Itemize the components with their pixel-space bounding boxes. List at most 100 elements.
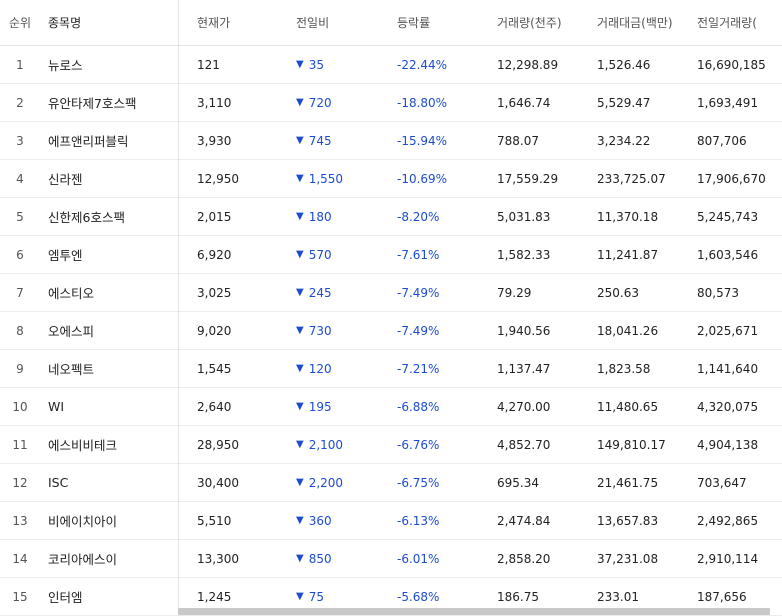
change-value: 2,200 xyxy=(308,475,344,490)
stock-name-link[interactable]: 오에스피 xyxy=(48,312,178,349)
rate-cell: -6.13% xyxy=(397,513,440,528)
volume-cell: 2,858.20 xyxy=(497,551,551,566)
header-volume[interactable]: 거래량(천주) xyxy=(497,0,592,45)
header-prev-volume[interactable]: 전일거래량( xyxy=(697,0,782,45)
change-cell: ▼ 850 xyxy=(296,540,386,577)
rate-cell: -18.80% xyxy=(397,95,448,110)
price-cell: 121 xyxy=(197,57,220,72)
rank-cell: 3 xyxy=(16,133,24,148)
change-cell: ▼ 570 xyxy=(296,236,386,273)
table-row[interactable]: 9 네오펙트 1,545 ▼ 120 -7.21% 1,137.47 1,823… xyxy=(0,350,782,388)
rank-cell: 7 xyxy=(16,285,24,300)
prev-volume-cell: 4,320,075 xyxy=(697,399,759,414)
table-row[interactable]: 12 ISC 30,400 ▼ 2,200 -6.75% 695.34 21,4… xyxy=(0,464,782,502)
prev-volume-cell: 807,706 xyxy=(697,133,747,148)
rank-cell: 4 xyxy=(16,171,24,186)
rate-cell: -6.01% xyxy=(397,551,440,566)
change-value: 245 xyxy=(308,285,332,300)
table-row[interactable]: 3 에프앤리퍼블릭 3,930 ▼ 745 -15.94% 788.07 3,2… xyxy=(0,122,782,160)
header-rate[interactable]: 등락률 xyxy=(397,0,487,45)
prev-volume-cell: 16,690,185 xyxy=(697,57,766,72)
down-arrow-icon: ▼ xyxy=(296,325,304,336)
stock-name-link[interactable]: 에스비비테크 xyxy=(48,426,178,463)
table-row[interactable]: 5 신한제6호스팩 2,015 ▼ 180 -8.20% 5,031.83 11… xyxy=(0,198,782,236)
stock-ranking-table: 순위 종목명 현재가 전일비 등락률 거래량(천주) 거래대금(백만) 전일거래… xyxy=(0,0,782,616)
volume-cell: 2,474.84 xyxy=(497,513,551,528)
table-row[interactable]: 13 비에이치아이 5,510 ▼ 360 -6.13% 2,474.84 13… xyxy=(0,502,782,540)
change-cell: ▼ 1,550 xyxy=(296,160,386,197)
rate-cell: -10.69% xyxy=(397,171,448,186)
stock-name-link[interactable]: WI xyxy=(48,388,178,425)
header-change[interactable]: 전일비 xyxy=(296,0,386,45)
change-value: 35 xyxy=(308,57,324,72)
rate-cell: -15.94% xyxy=(397,133,448,148)
stock-name-link[interactable]: 에프앤리퍼블릭 xyxy=(48,122,178,159)
header-amount[interactable]: 거래대금(백만) xyxy=(597,0,692,45)
table-row[interactable]: 7 에스티오 3,025 ▼ 245 -7.49% 79.29 250.63 8… xyxy=(0,274,782,312)
stock-name-link[interactable]: 에스티오 xyxy=(48,274,178,311)
down-arrow-icon: ▼ xyxy=(296,173,304,184)
horizontal-scrollbar[interactable] xyxy=(178,608,770,615)
stock-name-link[interactable]: 유안타제7호스팩 xyxy=(48,84,178,121)
change-value: 720 xyxy=(308,95,332,110)
volume-cell: 79.29 xyxy=(497,285,532,300)
price-cell: 3,930 xyxy=(197,133,232,148)
down-arrow-icon: ▼ xyxy=(296,515,304,526)
rate-cell: -7.61% xyxy=(397,247,440,262)
prev-volume-cell: 1,141,640 xyxy=(697,361,759,376)
down-arrow-icon: ▼ xyxy=(296,287,304,298)
rank-cell: 1 xyxy=(16,57,24,72)
change-value: 745 xyxy=(308,133,332,148)
table-row[interactable]: 1 뉴로스 121 ▼ 35 -22.44% 12,298.89 1,526.4… xyxy=(0,46,782,84)
amount-cell: 21,461.75 xyxy=(597,475,659,490)
amount-cell: 149,810.17 xyxy=(597,437,666,452)
stock-name-link[interactable]: 뉴로스 xyxy=(48,46,178,83)
header-name[interactable]: 종목명 xyxy=(48,0,178,45)
rate-cell: -22.44% xyxy=(397,57,448,72)
table-row[interactable]: 4 신라젠 12,950 ▼ 1,550 -10.69% 17,559.29 2… xyxy=(0,160,782,198)
table-row[interactable]: 6 엠투엔 6,920 ▼ 570 -7.61% 1,582.33 11,241… xyxy=(0,236,782,274)
prev-volume-cell: 80,573 xyxy=(697,285,739,300)
table-row[interactable]: 8 오에스피 9,020 ▼ 730 -7.49% 1,940.56 18,04… xyxy=(0,312,782,350)
header-price[interactable]: 현재가 xyxy=(197,0,287,45)
stock-name-link[interactable]: 코리아에스이 xyxy=(48,540,178,577)
stock-name-link[interactable]: ISC xyxy=(48,464,178,501)
stock-name-link[interactable]: 인터엠 xyxy=(48,578,178,615)
header-rank[interactable]: 순위 xyxy=(0,0,40,45)
stock-name-link[interactable]: 신라젠 xyxy=(48,160,178,197)
stock-name-link[interactable]: 신한제6호스팩 xyxy=(48,198,178,235)
down-arrow-icon: ▼ xyxy=(296,401,304,412)
prev-volume-cell: 17,906,670 xyxy=(697,171,766,186)
change-cell: ▼ 35 xyxy=(296,46,386,83)
volume-cell: 17,559.29 xyxy=(497,171,559,186)
rank-cell: 10 xyxy=(12,399,28,414)
stock-name-link[interactable]: 엠투엔 xyxy=(48,236,178,273)
down-arrow-icon: ▼ xyxy=(296,553,304,564)
down-arrow-icon: ▼ xyxy=(296,59,304,70)
change-value: 195 xyxy=(308,399,332,414)
amount-cell: 37,231.08 xyxy=(597,551,659,566)
amount-cell: 11,241.87 xyxy=(597,247,659,262)
volume-cell: 12,298.89 xyxy=(497,57,559,72)
prev-volume-cell: 2,492,865 xyxy=(697,513,759,528)
change-value: 180 xyxy=(308,209,332,224)
stock-name-link[interactable]: 비에이치아이 xyxy=(48,502,178,539)
rank-cell: 11 xyxy=(12,437,28,452)
table-row[interactable]: 2 유안타제7호스팩 3,110 ▼ 720 -18.80% 1,646.74 … xyxy=(0,84,782,122)
rate-cell: -8.20% xyxy=(397,209,440,224)
rank-cell: 2 xyxy=(16,95,24,110)
down-arrow-icon: ▼ xyxy=(296,477,304,488)
change-cell: ▼ 720 xyxy=(296,84,386,121)
price-cell: 13,300 xyxy=(197,551,239,566)
amount-cell: 11,370.18 xyxy=(597,209,659,224)
down-arrow-icon: ▼ xyxy=(296,135,304,146)
prev-volume-cell: 1,603,546 xyxy=(697,247,759,262)
stock-name-link[interactable]: 네오펙트 xyxy=(48,350,178,387)
table-row[interactable]: 10 WI 2,640 ▼ 195 -6.88% 4,270.00 11,480… xyxy=(0,388,782,426)
volume-cell: 1,137.47 xyxy=(497,361,551,376)
table-row[interactable]: 11 에스비비테크 28,950 ▼ 2,100 -6.76% 4,852.70… xyxy=(0,426,782,464)
price-cell: 28,950 xyxy=(197,437,239,452)
table-row[interactable]: 14 코리아에스이 13,300 ▼ 850 -6.01% 2,858.20 3… xyxy=(0,540,782,578)
change-cell: ▼ 120 xyxy=(296,350,386,387)
change-cell: ▼ 730 xyxy=(296,312,386,349)
